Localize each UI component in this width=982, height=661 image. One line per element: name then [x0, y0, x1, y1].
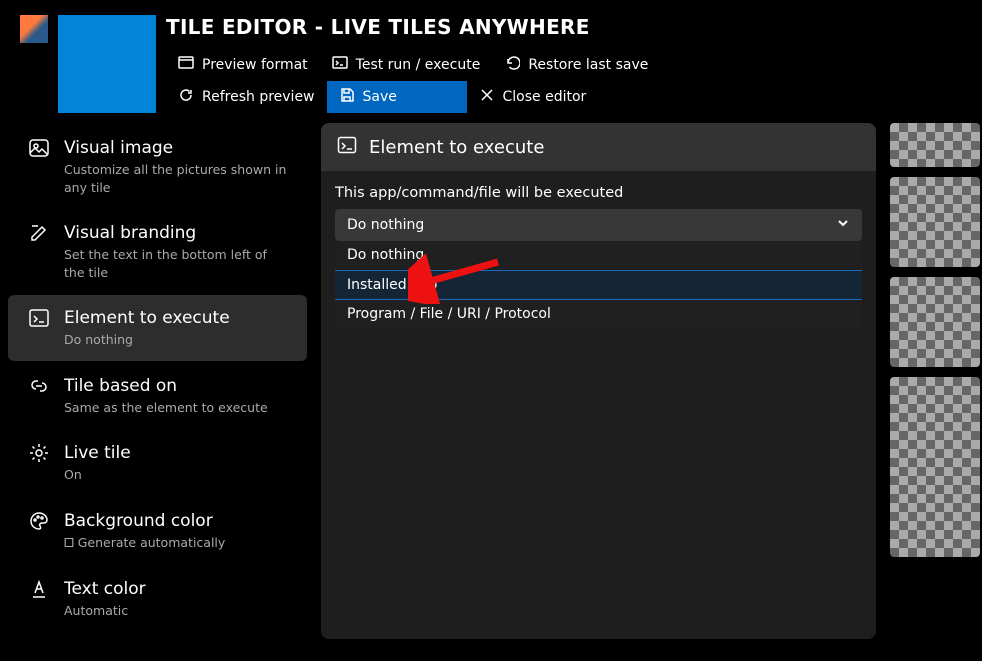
preview-format-label: Preview format: [202, 57, 308, 73]
tile-thumb-square-2[interactable]: [890, 277, 980, 367]
terminal-icon: [337, 135, 357, 159]
brightness-icon: [28, 442, 50, 464]
tile-thumb-square-1[interactable]: [890, 177, 980, 267]
preview-format-button[interactable]: Preview format: [166, 49, 320, 81]
sidebar-item-tile-based[interactable]: Tile based on Same as the element to exe…: [8, 363, 307, 429]
execute-select[interactable]: Do nothing: [335, 209, 862, 241]
refresh-label: Refresh preview: [202, 89, 315, 105]
sidebar-label: Text color: [64, 578, 287, 600]
sidebar-item-visual-image[interactable]: Visual image Customize all the pictures …: [8, 125, 307, 208]
sidebar-sub: On: [64, 464, 287, 484]
sidebar-label: Element to execute: [64, 307, 287, 329]
sidebar-sub: Customize all the pictures shown in any …: [64, 159, 287, 196]
tile-thumb-wide-small[interactable]: [890, 123, 980, 167]
panel-header: Element to execute: [321, 123, 876, 171]
link-icon: [28, 375, 50, 397]
panel-title: Element to execute: [369, 137, 544, 158]
sidebar-sub: 🞐 Generate automatically: [64, 532, 287, 552]
save-label: Save: [363, 89, 397, 105]
toolbar: Preview format Test run / execute Restor…: [166, 49, 766, 113]
refresh-icon: [178, 87, 194, 107]
option-program-file[interactable]: Program / File / URI / Protocol: [335, 300, 862, 329]
close-button[interactable]: Close editor: [467, 81, 599, 113]
tile-preview: [58, 15, 156, 113]
sidebar-item-visual-branding[interactable]: Visual branding Set the text in the bott…: [8, 210, 307, 293]
tile-thumb-tall[interactable]: [890, 377, 980, 557]
sidebar-label: Background color: [64, 510, 287, 532]
save-button[interactable]: Save: [327, 81, 467, 113]
sidebar-sub: Automatic: [64, 600, 287, 620]
refresh-button[interactable]: Refresh preview: [166, 81, 327, 113]
text-color-icon: [28, 578, 50, 600]
sidebar: Visual image Customize all the pictures …: [0, 123, 315, 639]
execute-dropdown: Do nothing Installed app Program / File …: [335, 241, 862, 329]
test-run-label: Test run / execute: [356, 57, 481, 73]
restore-button[interactable]: Restore last save: [492, 49, 660, 81]
option-do-nothing[interactable]: Do nothing: [335, 241, 862, 270]
sidebar-sub: Same as the element to execute: [64, 397, 287, 417]
terminal-icon: [28, 307, 50, 329]
restore-label: Restore last save: [528, 57, 648, 73]
window-title: TILE EDITOR - LIVE TILES ANYWHERE: [166, 15, 962, 49]
sidebar-item-element-execute[interactable]: Element to execute Do nothing: [8, 295, 307, 361]
edit-icon: [28, 222, 50, 244]
sidebar-sub: Set the text in the bottom left of the t…: [64, 244, 287, 281]
palette-icon: [28, 510, 50, 532]
sidebar-item-text-color[interactable]: Text color Automatic: [8, 566, 307, 632]
sidebar-label: Visual image: [64, 137, 287, 159]
field-description: This app/command/file will be executed: [335, 185, 862, 209]
app-icon: [20, 15, 48, 43]
sidebar-item-live-tile[interactable]: Live tile On: [8, 430, 307, 496]
select-value: Do nothing: [347, 217, 424, 233]
preview-format-icon: [178, 55, 194, 75]
close-icon: [479, 87, 495, 107]
sidebar-label: Live tile: [64, 442, 287, 464]
chevron-down-icon: [836, 216, 850, 234]
test-run-button[interactable]: Test run / execute: [320, 49, 493, 81]
main-panel: Element to execute This app/command/file…: [321, 123, 876, 639]
terminal-icon: [332, 55, 348, 75]
tile-size-thumbnails: [882, 123, 982, 639]
sidebar-label: Tile based on: [64, 375, 287, 397]
undo-icon: [504, 55, 520, 75]
sidebar-item-background-color[interactable]: Background color 🞐 Generate automaticall…: [8, 498, 307, 564]
close-label: Close editor: [503, 89, 587, 105]
sidebar-sub: Do nothing: [64, 329, 287, 349]
sidebar-label: Visual branding: [64, 222, 287, 244]
option-installed-app[interactable]: Installed app: [335, 270, 862, 300]
save-icon: [339, 87, 355, 107]
image-icon: [28, 137, 50, 159]
